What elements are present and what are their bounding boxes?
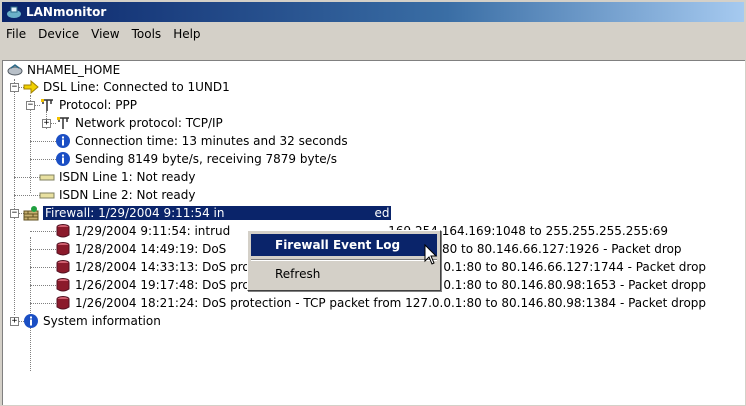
menu-help[interactable]: Help — [167, 27, 206, 41]
tree-node-connection-time[interactable]: Connection time: 13 minutes and 32 secon… — [55, 132, 348, 150]
tree-label-protocol: Protocol: PPP — [59, 98, 137, 112]
router-icon — [7, 64, 23, 76]
tree-label-system-info: System information — [43, 314, 161, 328]
tree-node-system-info[interactable]: System information — [23, 312, 161, 330]
menu-file[interactable]: File — [2, 27, 32, 41]
isdn-line-icon — [39, 174, 55, 181]
firewall-event-icon — [56, 242, 70, 256]
protocol-icon — [57, 117, 69, 129]
context-menu-refresh[interactable]: Refresh — [251, 263, 437, 285]
tree-node-protocol[interactable]: Protocol: PPP — [39, 96, 137, 114]
tree-node-firewall[interactable]: Firewall: 1/29/2004 9:11:54 in ed — [23, 204, 392, 222]
menu-bar: File Device View Tools Help — [2, 24, 744, 44]
title-bar[interactable]: LANmonitor — [2, 2, 744, 22]
context-menu: Firewall Event Log Refresh — [247, 230, 441, 291]
menu-view[interactable]: View — [85, 27, 125, 41]
arrow-right-icon — [23, 79, 39, 95]
tree-label-throughput: Sending 8149 byte/s, receiving 7879 byte… — [75, 152, 337, 166]
info-icon — [56, 152, 70, 166]
expand-system-info-toggle[interactable]: + — [10, 317, 19, 326]
context-menu-separator — [251, 259, 437, 261]
menu-device[interactable]: Device — [32, 27, 85, 41]
collapse-dsl-toggle[interactable]: − — [10, 83, 19, 92]
tree-node-throughput[interactable]: Sending 8149 byte/s, receiving 7879 byte… — [55, 150, 337, 168]
expand-network-protocol-toggle[interactable]: + — [42, 119, 51, 128]
tree-node-isdn1[interactable]: ISDN Line 1: Not ready — [39, 168, 195, 186]
tree-node-isdn2[interactable]: ISDN Line 2: Not ready — [39, 186, 195, 204]
firewall-event-icon — [56, 296, 70, 310]
tree-label-isdn1: ISDN Line 1: Not ready — [59, 170, 196, 184]
firewall-event-row[interactable]: 1/26/2004 18:21:24: DoS protection - TCP… — [55, 294, 706, 312]
menu-tools[interactable]: Tools — [126, 27, 168, 41]
protocol-icon — [41, 99, 53, 111]
tree-label-dsl: DSL Line: Connected to 1UND1 — [43, 80, 230, 94]
tree-label-firewall: Firewall: 1/29/2004 9:11:54 in ed — [43, 206, 392, 220]
firewall-icon — [23, 206, 39, 221]
info-icon — [24, 314, 38, 328]
firewall-event-icon — [56, 260, 70, 274]
collapse-protocol-toggle[interactable]: − — [26, 101, 35, 110]
mouse-cursor-icon — [424, 244, 438, 265]
window-title: LANmonitor — [26, 5, 107, 19]
info-icon — [56, 134, 70, 148]
tree-node-dsl[interactable]: DSL Line: Connected to 1UND1 — [23, 78, 230, 96]
firewall-event-text: 1/29/2004 9:11:54: intrud — [75, 224, 231, 238]
isdn-line-icon — [39, 192, 55, 199]
tree-label-isdn2: ISDN Line 2: Not ready — [59, 188, 196, 202]
lanmonitor-app-icon — [7, 6, 21, 18]
firewall-event-text: 1/26/2004 18:21:24: DoS protection - TCP… — [75, 296, 707, 310]
tree-label-connection-time: Connection time: 13 minutes and 32 secon… — [75, 134, 348, 148]
tree-node-network-protocol[interactable]: Network protocol: TCP/IP — [55, 114, 223, 132]
tree-label-network-protocol: Network protocol: TCP/IP — [75, 116, 223, 130]
collapse-firewall-toggle[interactable]: − — [10, 209, 19, 218]
context-menu-firewall-event-log[interactable]: Firewall Event Log — [251, 234, 437, 256]
tree-node-root[interactable]: NHAMEL_HOME — [7, 61, 120, 79]
firewall-event-text: 1/28/2004 14:49:19: DoS — [75, 242, 227, 256]
firewall-event-icon — [56, 278, 70, 292]
firewall-event-icon — [56, 224, 70, 238]
lanmonitor-window: LANmonitor File Device View Tools Help N… — [0, 0, 746, 406]
tree-label-root: NHAMEL_HOME — [27, 63, 121, 77]
